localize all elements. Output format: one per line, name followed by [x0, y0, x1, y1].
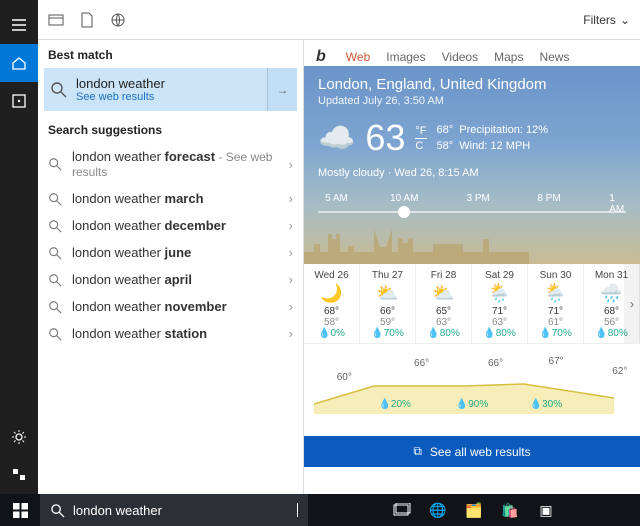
feedback-icon[interactable]: [0, 456, 38, 494]
forecast-day[interactable]: Thu 27⛅66°59°💧70%: [360, 264, 416, 343]
hourly-temp: 62°: [612, 366, 627, 377]
explorer-icon[interactable]: 🗂️: [458, 494, 490, 526]
slider-label: 3 PM: [466, 193, 489, 204]
forecast-day[interactable]: Sat 29🌦️71°63°💧80%: [472, 264, 528, 343]
search-icon: [50, 503, 65, 518]
chevron-right-icon: ›: [289, 299, 293, 314]
hourly-precip: 💧20%: [378, 399, 410, 410]
best-match-title: london weather: [76, 76, 165, 91]
hourly-temp: 60°: [337, 372, 352, 383]
filters-button[interactable]: Filters ⌄: [583, 13, 630, 27]
open-arrow-icon[interactable]: →: [267, 68, 297, 111]
scope-all-icon[interactable]: [48, 12, 64, 28]
time-slider[interactable]: 5 AM 10 AM 3 PM 8 PM 1 AM: [318, 193, 626, 223]
slider-label: 8 PM: [537, 193, 560, 204]
hourly-precip: 💧30%: [530, 399, 562, 410]
search-icon: [48, 192, 62, 206]
forecast-days: Wed 26🌙68°58°💧0%Thu 27⛅66°59°💧70%Fri 28⛅…: [304, 264, 640, 344]
suggestions-header: Search suggestions: [38, 115, 303, 143]
open-icon: ⧉: [413, 444, 422, 459]
slider-label: 5 AM: [325, 193, 348, 204]
bing-tabs: b WebImagesVideosMapsNews: [304, 40, 640, 66]
best-match-sub: See web results: [76, 91, 165, 103]
taskbar-search[interactable]: [40, 494, 308, 526]
forecast-day[interactable]: Sun 30🌦️71°61°💧70%: [528, 264, 584, 343]
hourly-temp: 66°: [488, 358, 503, 369]
edge-icon[interactable]: 🌐: [422, 494, 454, 526]
top-bar: Filters ⌄: [38, 0, 640, 40]
task-view-icon[interactable]: [386, 494, 418, 526]
weather-icon: 🌙: [304, 283, 359, 304]
hourly-precip: 💧90%: [456, 399, 488, 410]
weather-card: London, England, United Kingdom Updated …: [304, 66, 640, 264]
forecast-next-icon[interactable]: ›: [624, 264, 640, 343]
forecast-day[interactable]: Fri 28⛅65°63°💧80%: [416, 264, 472, 343]
apps-icon[interactable]: [0, 82, 38, 120]
search-input[interactable]: [73, 503, 289, 518]
search-icon: [50, 81, 68, 99]
app-icon[interactable]: ▣: [530, 494, 562, 526]
suggestion-item[interactable]: london weather june›: [38, 239, 303, 266]
chevron-down-icon: ⌄: [620, 13, 630, 27]
search-icon: [48, 300, 62, 314]
skyline-decoration: [304, 224, 604, 264]
taskbar: 🌐 🗂️ 🛍️ ▣: [0, 494, 640, 526]
search-icon: [48, 273, 62, 287]
updated: Updated July 26, 3:50 AM: [318, 95, 626, 107]
chevron-right-icon: ›: [289, 326, 293, 341]
chevron-right-icon: ›: [289, 191, 293, 206]
home-icon[interactable]: [0, 44, 38, 82]
hourly-temp: 67°: [548, 356, 563, 367]
scope-doc-icon[interactable]: [80, 12, 94, 28]
bing-logo: b: [316, 48, 326, 66]
settings-icon[interactable]: [0, 418, 38, 456]
chevron-right-icon: ›: [289, 157, 293, 172]
slider-knob[interactable]: [398, 206, 410, 218]
best-match-item[interactable]: london weather See web results →: [44, 68, 297, 111]
nav-rail: [0, 0, 38, 494]
temp-units[interactable]: °FC: [415, 124, 426, 153]
location: London, England, United Kingdom: [318, 76, 626, 93]
see-all-results[interactable]: ⧉ See all web results: [304, 436, 640, 467]
scope-web-icon[interactable]: [110, 12, 126, 28]
temp: 63: [365, 117, 405, 159]
slider-label: 1 AM: [609, 193, 624, 215]
weather-icon: ☁️: [318, 121, 355, 156]
weather-icon: ⛅: [360, 283, 415, 304]
menu-icon[interactable]: [0, 6, 38, 44]
results-pane: Best match london weather See web result…: [38, 40, 304, 494]
hourly-chart: 60° 66° 66° 67° 62° 💧20% 💧90% 💧30%: [304, 344, 640, 436]
forecast-day[interactable]: Wed 26🌙68°58°💧0%: [304, 264, 360, 343]
hourly-temp: 66°: [414, 358, 429, 369]
weather-icon: 🌦️: [528, 283, 583, 304]
suggestion-item[interactable]: london weather november›: [38, 293, 303, 320]
suggestion-item[interactable]: london weather march›: [38, 185, 303, 212]
suggestion-item[interactable]: london weather april›: [38, 266, 303, 293]
search-icon: [48, 219, 62, 233]
best-match-header: Best match: [38, 40, 303, 68]
chevron-right-icon: ›: [289, 245, 293, 260]
slider-label: 10 AM: [390, 193, 418, 204]
chevron-right-icon: ›: [289, 272, 293, 287]
suggestion-item[interactable]: london weather forecast - See web result…: [38, 143, 303, 185]
weather-icon: ⛅: [416, 283, 471, 304]
search-icon: [48, 327, 62, 341]
weather-icon: 🌦️: [472, 283, 527, 304]
search-icon: [48, 246, 62, 260]
preview-pane: b WebImagesVideosMapsNews London, Englan…: [304, 40, 640, 494]
conditions: Mostly cloudy · Wed 26, 8:15 AM: [318, 167, 626, 179]
start-button[interactable]: [0, 494, 40, 526]
chevron-right-icon: ›: [289, 218, 293, 233]
suggestion-item[interactable]: london weather december›: [38, 212, 303, 239]
search-icon: [48, 157, 62, 171]
store-icon[interactable]: 🛍️: [494, 494, 526, 526]
suggestion-item[interactable]: london weather station›: [38, 320, 303, 347]
